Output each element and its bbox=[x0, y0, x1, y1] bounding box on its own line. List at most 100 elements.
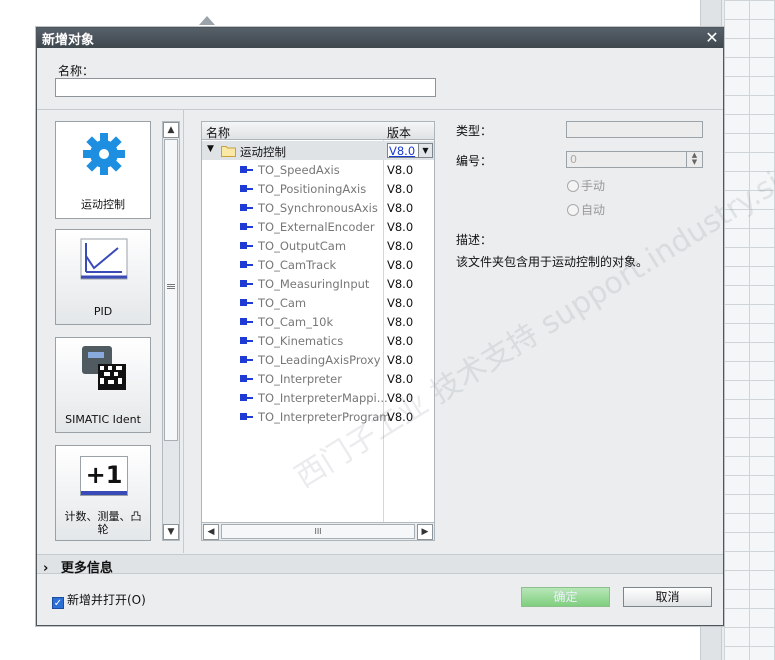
tree-item-row[interactable]: TO_Kinematics V8.0 bbox=[202, 331, 434, 350]
tree-item-row[interactable]: TO_SpeedAxis V8.0 bbox=[202, 160, 434, 179]
radio-manual[interactable]: 手动 bbox=[567, 177, 605, 194]
folder-label: 运动控制 bbox=[240, 145, 286, 159]
ok-button[interactable]: 确定 bbox=[521, 587, 610, 607]
tree-item-row[interactable]: TO_Interpreter V8.0 bbox=[202, 369, 434, 388]
technology-object-icon bbox=[240, 318, 254, 325]
tree-item-version: V8.0 bbox=[387, 391, 414, 405]
scroll-down-icon[interactable]: ▼ bbox=[163, 524, 179, 540]
technology-object-icon bbox=[240, 280, 254, 287]
category-pid[interactable]: PID bbox=[55, 229, 151, 325]
tree-item-name: TO_InterpreterMappi... bbox=[258, 391, 388, 405]
add-new-object-dialog: 新增对象 ✕ 名称： 运动控制 PID SIMATIC Ident +1 计数、… bbox=[36, 27, 775, 626]
chevron-right-icon[interactable]: › bbox=[43, 561, 48, 576]
type-field bbox=[566, 121, 703, 138]
number-label: 编号： bbox=[456, 154, 493, 168]
number-value: 0 bbox=[570, 153, 577, 166]
cancel-button[interactable]: 取消 bbox=[623, 587, 712, 607]
technology-object-icon bbox=[240, 204, 254, 211]
category-simatic-ident[interactable]: SIMATIC Ident bbox=[55, 337, 151, 433]
category-label: PID bbox=[93, 305, 113, 318]
tree-item-name: TO_OutputCam bbox=[258, 239, 347, 253]
hscroll-thumb[interactable]: III bbox=[221, 524, 415, 539]
tree-item-version: V8.0 bbox=[387, 410, 414, 424]
dropdown-icon[interactable]: ▼ bbox=[418, 144, 432, 157]
type-label: 类型： bbox=[456, 124, 493, 138]
checkbox-checked-icon[interactable]: ✓ bbox=[52, 597, 64, 609]
tree-item-row[interactable]: TO_OutputCam V8.0 bbox=[202, 236, 434, 255]
tree-item-row[interactable]: TO_InterpreterProgram V8.0 bbox=[202, 407, 434, 426]
radio-auto[interactable]: 自动 bbox=[567, 201, 605, 218]
tree-item-version: V8.0 bbox=[387, 182, 414, 196]
add-and-open-checkbox[interactable]: ✓ 新增并打开(O) bbox=[52, 591, 146, 609]
scroll-right-icon[interactable]: ▶ bbox=[417, 524, 433, 540]
radio-circle-icon bbox=[567, 204, 579, 216]
tree-item-row[interactable]: TO_LeadingAxisProxy V8.0 bbox=[202, 350, 434, 369]
tree-item-row[interactable]: TO_InterpreterMappi... V8.0 bbox=[202, 388, 434, 407]
number-field[interactable]: 0 ▲ ▼ bbox=[566, 151, 703, 168]
technology-object-icon bbox=[240, 375, 254, 382]
version-select[interactable]: V8.0 ▼ bbox=[387, 143, 433, 158]
header-version[interactable]: 版本 bbox=[387, 124, 411, 141]
close-icon[interactable]: ✕ bbox=[703, 29, 721, 47]
technology-object-icon bbox=[240, 299, 254, 306]
tree-item-row[interactable]: TO_ExternalEncoder V8.0 bbox=[202, 217, 434, 236]
technology-object-icon bbox=[240, 185, 254, 192]
category-motion-control[interactable]: 运动控制 bbox=[55, 121, 151, 219]
scroll-thumb[interactable] bbox=[164, 139, 178, 441]
more-info-bar[interactable]: › 更多信息 bbox=[37, 554, 723, 576]
scroll-up-icon[interactable]: ▲ bbox=[163, 122, 179, 138]
tree-item-row[interactable]: TO_MeasuringInput V8.0 bbox=[202, 274, 434, 293]
horizontal-scrollbar[interactable]: ◀ III ▶ bbox=[202, 522, 434, 540]
more-info-label: 更多信息 bbox=[60, 561, 113, 576]
panel-divider bbox=[183, 110, 184, 553]
technology-object-icon bbox=[240, 413, 254, 420]
tree-item-row[interactable]: TO_CamTrack V8.0 bbox=[202, 255, 434, 274]
collapse-arrow-icon[interactable] bbox=[199, 16, 215, 25]
tree-item-name: TO_CamTrack bbox=[258, 258, 337, 272]
category-counting-measuring-cam[interactable]: +1 计数、测量、凸轮 bbox=[55, 445, 151, 541]
tree-item-version: V8.0 bbox=[387, 372, 414, 386]
category-label: SIMATIC Ident bbox=[65, 413, 141, 426]
tree-item-version: V8.0 bbox=[387, 315, 414, 329]
gear-icon bbox=[83, 133, 125, 175]
header-name[interactable]: 名称 bbox=[206, 124, 230, 141]
technology-object-icon bbox=[240, 242, 254, 249]
tree-item-row[interactable]: TO_SynchronousAxis V8.0 bbox=[202, 198, 434, 217]
tree-item-version: V8.0 bbox=[387, 296, 414, 310]
dialog-title: 新增对象 bbox=[42, 33, 95, 48]
tree-item-version: V8.0 bbox=[387, 258, 414, 272]
divider bbox=[37, 109, 723, 110]
tree-item-version: V8.0 bbox=[387, 201, 414, 215]
radio-auto-label: 自动 bbox=[581, 203, 606, 217]
counter-icon-text: +1 bbox=[85, 461, 123, 489]
version-value: V8.0 bbox=[389, 144, 416, 158]
expand-arrow-icon[interactable]: ▼ bbox=[207, 144, 214, 154]
pid-chart-icon bbox=[80, 238, 128, 280]
tree-item-name: TO_MeasuringInput bbox=[258, 277, 370, 291]
description-label: 描述： bbox=[456, 233, 493, 247]
tree-folder-row[interactable]: ▼ 运动控制 V8.0 ▼ bbox=[202, 141, 434, 160]
tree-item-version: V8.0 bbox=[387, 239, 414, 253]
category-label: 运动控制 bbox=[81, 198, 125, 211]
category-scrollbar[interactable]: ▲ ▼ bbox=[162, 121, 180, 541]
name-label: 名称： bbox=[58, 64, 95, 78]
tree-item-name: TO_ExternalEncoder bbox=[258, 220, 375, 234]
tree-item-version: V8.0 bbox=[387, 220, 414, 234]
tree-item-row[interactable]: TO_Cam_10k V8.0 bbox=[202, 312, 434, 331]
technology-object-icon bbox=[240, 261, 254, 268]
tree-item-version: V8.0 bbox=[387, 163, 414, 177]
tree-item-name: TO_LeadingAxisProxy bbox=[258, 353, 381, 367]
scroll-left-icon[interactable]: ◀ bbox=[203, 524, 219, 540]
name-input[interactable] bbox=[55, 78, 436, 97]
table-header: 名称 版本 bbox=[202, 122, 434, 140]
technology-object-icon bbox=[240, 394, 254, 401]
dialog-titlebar: 新增对象 ✕ bbox=[37, 28, 723, 48]
tree-item-row[interactable]: TO_Cam V8.0 bbox=[202, 293, 434, 312]
spinner-icon[interactable]: ▲ ▼ bbox=[686, 152, 702, 167]
folder-icon bbox=[221, 146, 236, 157]
tree-item-name: TO_InterpreterProgram bbox=[258, 410, 391, 424]
tree-item-row[interactable]: TO_PositioningAxis V8.0 bbox=[202, 179, 434, 198]
tree-item-version: V8.0 bbox=[387, 334, 414, 348]
tree-item-name: TO_PositioningAxis bbox=[258, 182, 367, 196]
object-tree-table: 名称 版本 ▼ 运动控制 V8.0 ▼ TO_SpeedAxis V8.0 TO_P… bbox=[201, 121, 435, 541]
